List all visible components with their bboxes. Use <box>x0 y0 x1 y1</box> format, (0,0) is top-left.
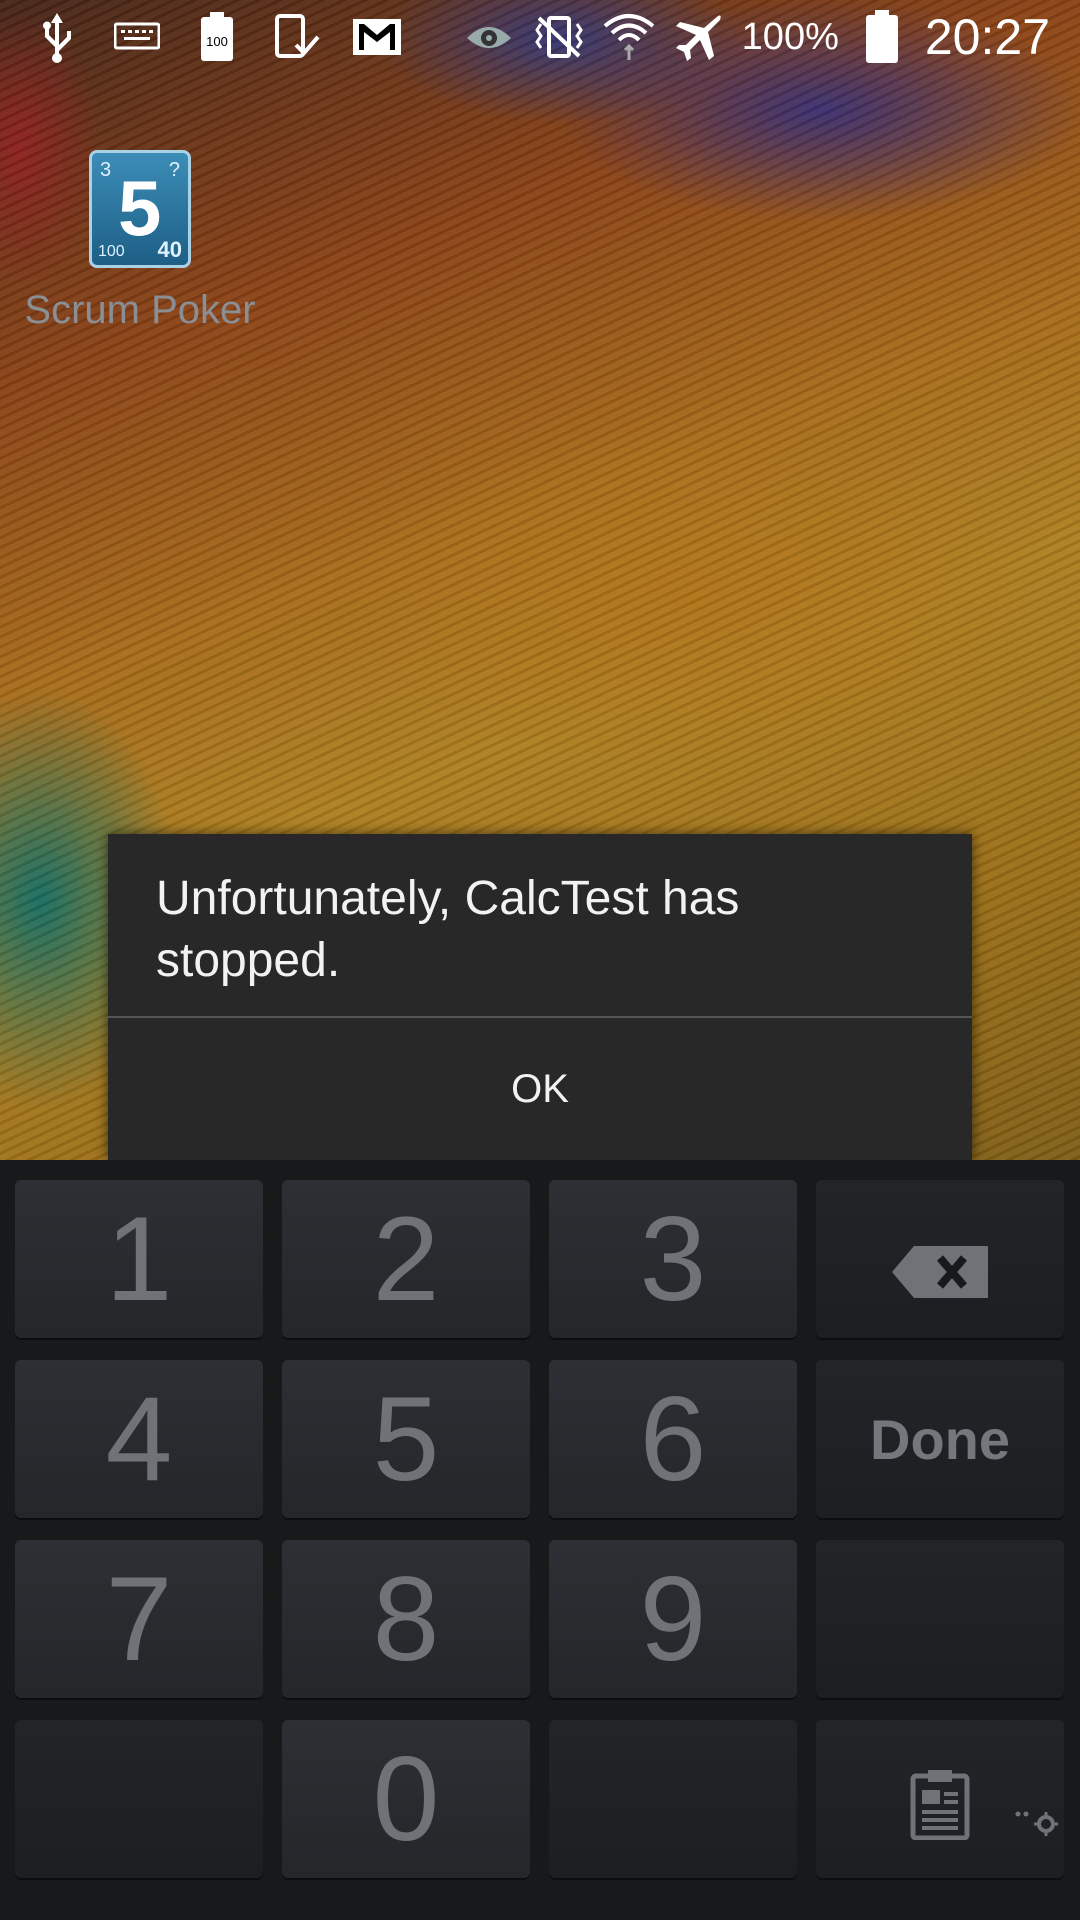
app-shortcut-scrum-poker[interactable]: 3 ? 5 100 40 Scrum Poker <box>10 150 270 333</box>
gmail-icon <box>350 10 404 64</box>
key-1[interactable]: 1 <box>15 1180 263 1338</box>
icon-number-top-right: ? <box>168 159 180 181</box>
done-key[interactable]: Done <box>816 1360 1064 1518</box>
status-bar: 100 100% 20:27 <box>0 0 1080 75</box>
key-5[interactable]: 5 <box>282 1360 530 1518</box>
key-8[interactable]: 8 <box>282 1540 530 1698</box>
clipboard-key[interactable] <box>816 1720 1064 1878</box>
battery-percent: 100% <box>741 15 839 58</box>
scrum-poker-app-icon: 3 ? 5 100 40 <box>89 150 191 268</box>
backspace-icon <box>890 1190 990 1328</box>
blank-key-middle[interactable] <box>549 1720 797 1878</box>
app-label: Scrum Poker <box>24 288 256 332</box>
icon-number-top-left: 3 <box>100 159 112 181</box>
key-9[interactable]: 9 <box>549 1540 797 1698</box>
keyboard-icon <box>110 10 164 64</box>
dialog-message: Unfortunately, CalcTest has stopped. <box>156 872 740 987</box>
icon-number-big: 5 <box>118 164 162 252</box>
key-0[interactable]: 0 <box>282 1720 530 1878</box>
numeric-keyboard: 1 2 3 4 5 6 Done 7 8 9 0 <box>0 1160 1080 1920</box>
key-6[interactable]: 6 <box>549 1360 797 1518</box>
clock: 20:27 <box>924 9 1050 65</box>
airplane-icon <box>672 10 726 64</box>
android-screen: 100 100% 20:27 3 ? 5 100 40 Scrum Poker … <box>0 0 1080 1920</box>
key-7[interactable]: 7 <box>15 1540 263 1698</box>
clipboard-icon <box>910 1730 970 1868</box>
battery-badge-text: 100 <box>206 34 228 49</box>
blank-key-left[interactable] <box>15 1720 263 1878</box>
screen-check-icon <box>270 10 324 64</box>
icon-number-bottom-right: 40 <box>157 237 182 262</box>
ok-button[interactable]: OK <box>108 1018 972 1160</box>
crash-dialog: Unfortunately, CalcTest has stopped. OK <box>108 834 972 1160</box>
battery-icon <box>855 10 909 64</box>
battery-saver-icon: 100 <box>190 10 244 64</box>
blank-key-right[interactable] <box>816 1540 1064 1698</box>
backspace-key[interactable] <box>816 1180 1064 1338</box>
eye-icon <box>462 10 516 64</box>
key-2[interactable]: 2 <box>282 1180 530 1338</box>
key-4[interactable]: 4 <box>15 1360 263 1518</box>
key-3[interactable]: 3 <box>549 1180 797 1338</box>
gear-icon <box>1014 1726 1058 1864</box>
vibrate-icon <box>532 10 586 64</box>
wifi-icon <box>602 10 656 64</box>
usb-icon <box>30 10 84 64</box>
icon-number-bottom-left: 100 <box>98 243 125 260</box>
